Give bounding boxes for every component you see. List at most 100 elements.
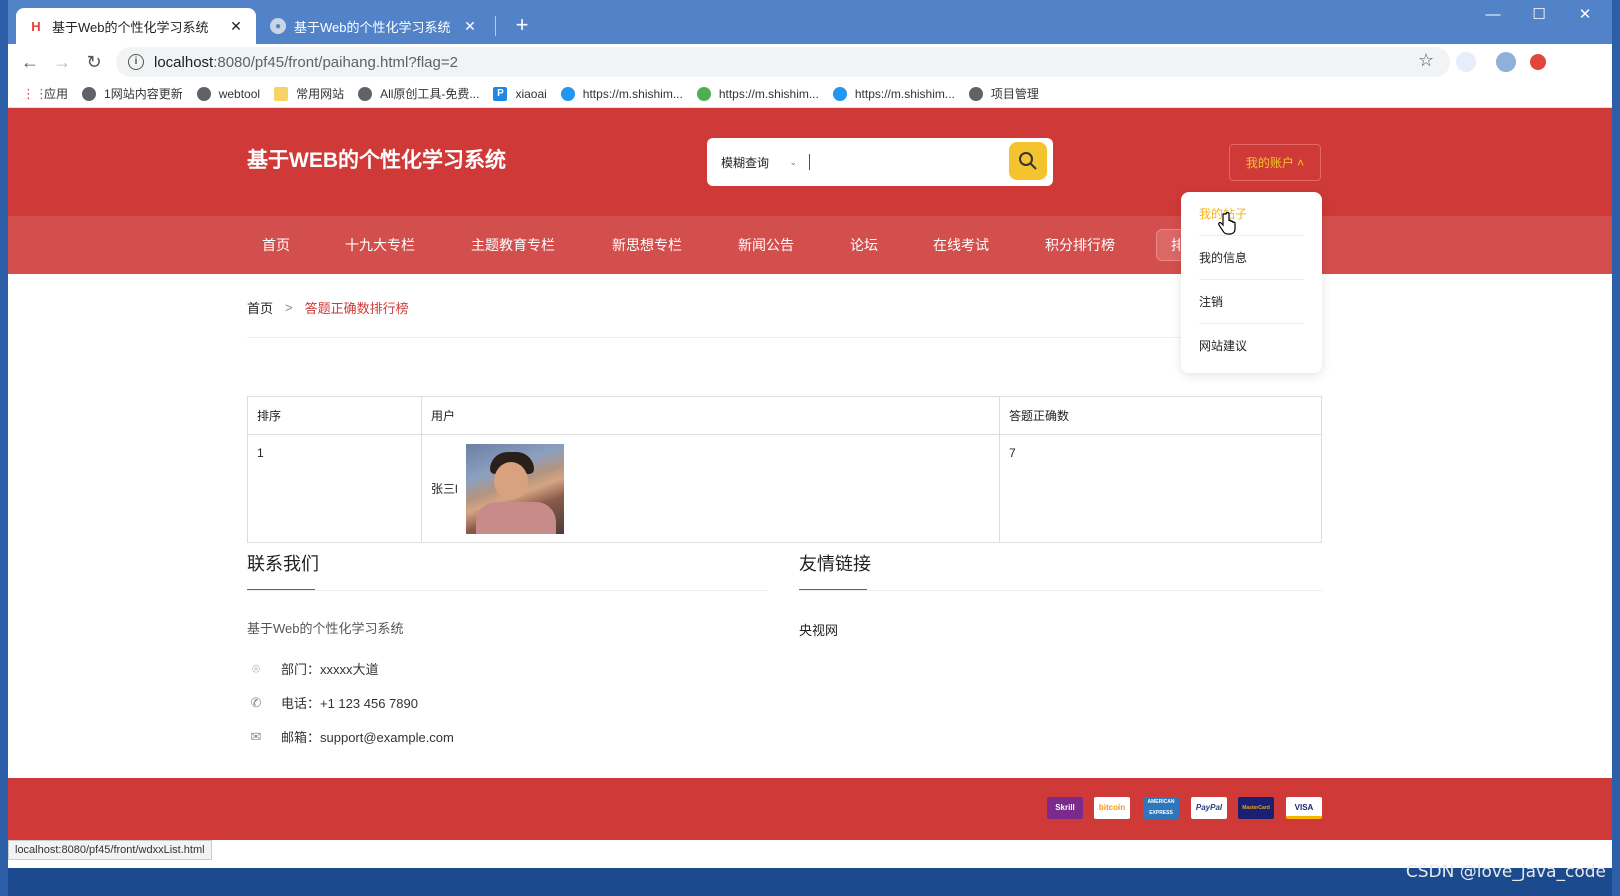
nav-item-exam[interactable]: 在线考试 (933, 235, 989, 255)
menu-item-logout[interactable]: 注销 (1199, 280, 1304, 324)
search-type-select[interactable]: 模糊查询 ⌄ (707, 154, 807, 171)
status-bar-url: localhost:8080/pf45/front/wdxxList.html (8, 840, 212, 860)
close-window-button[interactable]: ✕ (1562, 0, 1608, 30)
contact-dept-text: 部门：xxxxx大道 (281, 662, 379, 677)
contact-phone: ✆ 电话：+1 123 456 7890 (247, 693, 418, 712)
site-logo[interactable]: 基于WEB的个性化学习系统 (247, 144, 506, 174)
breadcrumb-home[interactable]: 首页 (247, 298, 273, 317)
minimize-button[interactable]: — (1470, 0, 1516, 30)
profile-avatar[interactable] (1496, 52, 1516, 72)
divider (247, 337, 1322, 338)
bookmark-label: 常用网站 (296, 87, 345, 101)
search-button[interactable] (1009, 142, 1047, 180)
bookmark-label: https://m.shishim... (854, 86, 955, 101)
site-footer: Skrill bitcoin AMERICAN EXPRESS PayPal M… (8, 778, 1612, 840)
contact-phone-text: 电话：+1 123 456 7890 (281, 696, 418, 711)
folder-icon (274, 86, 289, 101)
bookmark-star-icon[interactable]: ☆ (1418, 50, 1434, 71)
tab-title: 基于Web的个性化学习系统 (52, 19, 209, 35)
contact-title: 联系我们 (247, 554, 319, 574)
c-icon (832, 86, 847, 101)
maximize-button[interactable]: ☐ (1516, 0, 1562, 30)
desktop-edge-right (1612, 0, 1620, 896)
amex-logo: AMERICAN EXPRESS (1143, 797, 1179, 819)
visa-logo: VISA (1286, 797, 1322, 819)
reload-icon[interactable]: ↻ (80, 48, 108, 76)
h-logo-icon: H (31, 18, 41, 34)
bookmark-label: https://m.shishim... (582, 86, 683, 101)
extension-red-icon[interactable] (1530, 54, 1546, 70)
friend-link-cctv[interactable]: 央视网 (799, 620, 838, 639)
forward-arrow-icon[interactable]: → (48, 48, 76, 76)
menu-item-my-posts[interactable]: 我的帖子 (1199, 192, 1304, 236)
wechat-icon (696, 86, 711, 101)
info-icon[interactable]: i (128, 54, 144, 70)
user-name: 张三l (431, 482, 458, 496)
csdn-watermark: CSDN @love_java_code (1405, 862, 1606, 882)
bookmark-label: xiaoai (515, 86, 547, 101)
nav-item-theme-education[interactable]: 主题教育专栏 (471, 235, 555, 255)
url-host: localhost (154, 53, 214, 71)
site-header: 基于WEB的个性化学习系统 模糊查询 ⌄ 我的账户 ˄ (8, 108, 1612, 216)
column-header-rank: 排序 (247, 396, 422, 435)
tab-separator (495, 16, 496, 36)
contact-section: 联系我们 (247, 550, 767, 591)
bookmark-item[interactable]: All原创工具-免费... (358, 85, 479, 102)
my-account-button[interactable]: 我的账户 ˄ (1229, 144, 1321, 181)
nav-item-forum[interactable]: 论坛 (850, 235, 878, 255)
bookmark-apps[interactable]: ⋮⋮ 应用 (22, 85, 68, 102)
bookmark-item[interactable]: https://m.shishim... (560, 86, 683, 101)
contact-description: 基于Web的个性化学习系统 (247, 621, 404, 636)
bookmark-label: webtool (218, 86, 261, 101)
tab-inactive[interactable]: ● 基于Web的个性化学习系统 ✕ (258, 8, 490, 44)
globe-icon (358, 86, 373, 101)
search-box: 模糊查询 ⌄ (707, 138, 1053, 186)
p-icon: P (493, 86, 508, 101)
bookmark-label: https://m.shishim... (718, 86, 819, 101)
text-cursor (809, 154, 810, 170)
contact-email: ✉ 邮箱：support@example.com (247, 727, 454, 746)
column-header-correct-count: 答题正确数 (999, 396, 1322, 435)
contact-dept: ⌾ 部门：xxxxx大道 (247, 659, 379, 678)
bookmark-item[interactable]: https://m.shishim... (832, 86, 955, 101)
url-path: :8080/pf45/front/paihang.html?flag=2 (213, 53, 458, 71)
account-dropdown-menu: 我的帖子 我的信息 注销 网站建议 (1181, 192, 1322, 373)
paypal-logo: PayPal (1191, 797, 1227, 819)
bookmark-item[interactable]: 项目管理 (968, 85, 1039, 102)
divider (799, 590, 1322, 591)
bitcoin-logo: bitcoin (1094, 797, 1130, 819)
nav-item-new-thought[interactable]: 新思想专栏 (612, 235, 682, 255)
nav-item-19th[interactable]: 十九大专栏 (345, 235, 415, 255)
phone-icon: ✆ (250, 694, 262, 710)
menu-item-my-info[interactable]: 我的信息 (1199, 236, 1304, 280)
nav-item-news[interactable]: 新闻公告 (738, 235, 794, 255)
envelope-icon: ✉ (250, 728, 262, 744)
bookmark-item[interactable]: webtool (196, 86, 261, 101)
close-tab-icon[interactable]: ✕ (228, 18, 244, 35)
cell-correct-count: 7 (999, 434, 1322, 543)
nav-item-points-ranking[interactable]: 积分排行榜 (1045, 235, 1115, 255)
cell-rank: 1 (247, 434, 422, 543)
back-arrow-icon[interactable]: ← (16, 48, 44, 76)
bookmark-folder[interactable]: 常用网站 (274, 85, 344, 102)
extension-icon[interactable] (1456, 52, 1476, 72)
bookmark-item[interactable]: https://m.shishim... (696, 86, 819, 101)
mastercard-logo: MasterCard (1238, 797, 1274, 819)
bookmark-item[interactable]: 1网站内容更新 (82, 85, 183, 102)
close-tab-icon[interactable]: ✕ (462, 18, 478, 35)
tab-active[interactable]: H 基于Web的个性化学习系统 ✕ (16, 8, 256, 44)
links-section: 友情链接 (799, 550, 1322, 591)
new-tab-button[interactable]: + (508, 12, 536, 40)
user-photo (465, 443, 564, 534)
globe-icon (82, 86, 97, 101)
c-icon (560, 86, 575, 101)
web-page: 基于WEB的个性化学习系统 模糊查询 ⌄ 我的账户 ˄ 首页 十九大专栏 主题教… (8, 108, 1612, 868)
address-bar[interactable]: i localhost:8080/pf45/front/paihang.html… (116, 47, 1450, 77)
nav-item-home[interactable]: 首页 (262, 235, 290, 255)
table-header-row: 排序 用户 答题正确数 (247, 396, 1322, 435)
browser-toolbar: ← → ↻ i localhost:8080/pf45/front/paihan… (8, 44, 1612, 80)
menu-item-suggestions[interactable]: 网站建议 (1199, 324, 1304, 368)
bookmark-item[interactable]: Pxiaoai (493, 86, 547, 101)
skrill-logo: Skrill (1047, 797, 1083, 819)
browser-window: H 基于Web的个性化学习系统 ✕ ● 基于Web的个性化学习系统 ✕ + — … (8, 0, 1612, 868)
